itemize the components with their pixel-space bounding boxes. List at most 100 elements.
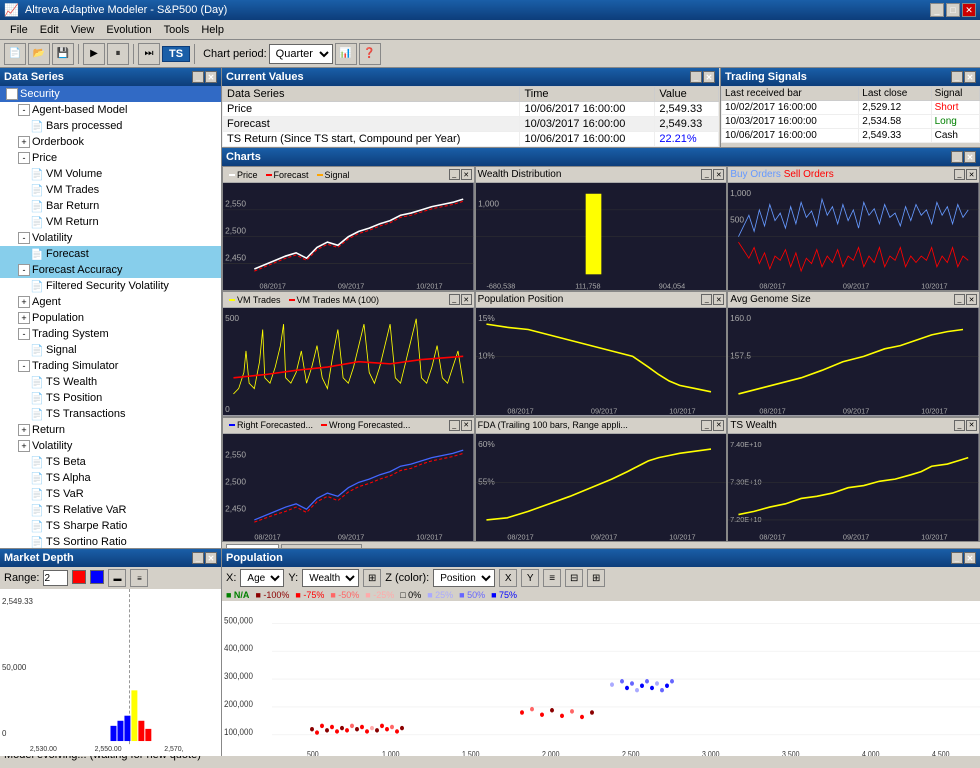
pop-y-select[interactable]: Wealth — [302, 569, 359, 587]
pop-scatter-btn[interactable]: ⊞ — [363, 569, 381, 587]
chart9-close[interactable]: ✕ — [966, 420, 977, 431]
menu-file[interactable]: File — [4, 22, 34, 38]
chart3-close[interactable]: ✕ — [966, 169, 977, 180]
chart7-min[interactable]: _ — [449, 420, 460, 431]
save-btn[interactable]: 💾 — [52, 43, 74, 65]
tree-item-security[interactable]: - Security — [0, 86, 221, 102]
minimize-btn[interactable]: _ — [930, 3, 944, 17]
tree-item-filtered-security[interactable]: 📄 Filtered Security Volatility — [0, 278, 221, 294]
ts-btn[interactable]: TS — [162, 46, 190, 62]
charts-close-btn[interactable]: ✕ — [964, 151, 976, 163]
tree-item-trading-sim[interactable]: - Trading Simulator — [0, 358, 221, 374]
menu-view[interactable]: View — [65, 22, 101, 38]
expander-forecast-accuracy[interactable]: - — [18, 264, 30, 276]
pop-z-select[interactable]: Position — [433, 569, 495, 587]
charts-min-btn[interactable]: _ — [951, 151, 963, 163]
expander-population[interactable]: + — [18, 312, 30, 324]
chart9-min[interactable]: _ — [954, 420, 965, 431]
tree-item-ts-wealth[interactable]: 📄 TS Wealth — [0, 374, 221, 390]
step-btn[interactable]: ⏭ — [138, 43, 160, 65]
tree-item-trading-system[interactable]: - Trading System — [0, 326, 221, 342]
pop-btn4[interactable]: ⊟ — [565, 569, 583, 587]
chart8-min[interactable]: _ — [701, 420, 712, 431]
chart6-min[interactable]: _ — [954, 294, 965, 305]
tree-item-price[interactable]: - Price — [0, 150, 221, 166]
pause-btn[interactable]: ⏸ — [107, 43, 129, 65]
tree-item-signal[interactable]: 📄 Signal — [0, 342, 221, 358]
chart6-close[interactable]: ✕ — [966, 294, 977, 305]
tree-item-population[interactable]: + Population — [0, 310, 221, 326]
pop-btn2[interactable]: Y — [521, 569, 539, 587]
tree-item-ts-sharpe[interactable]: 📄 TS Sharpe Ratio — [0, 518, 221, 534]
tree-item-volatility[interactable]: - Volatility — [0, 230, 221, 246]
maximize-btn[interactable]: □ — [946, 3, 960, 17]
expander-agent-model[interactable]: - — [18, 104, 30, 116]
cv-min-btn[interactable]: _ — [690, 71, 702, 83]
tree-item-ts-alpha[interactable]: 📄 TS Alpha — [0, 470, 221, 486]
tree-item-bars-processed[interactable]: 📄 Bars processed — [0, 118, 221, 134]
tree-item-agent[interactable]: + Agent — [0, 294, 221, 310]
tree-item-ts-position[interactable]: 📄 TS Position — [0, 390, 221, 406]
expander-volatility[interactable]: - — [18, 232, 30, 244]
tree-item-return[interactable]: + Return — [0, 422, 221, 438]
tree-item-ts-transactions[interactable]: 📄 TS Transactions — [0, 406, 221, 422]
expander-orderbook[interactable]: + — [18, 136, 30, 148]
expander-price[interactable]: - — [18, 152, 30, 164]
expander-trading-sim[interactable]: - — [18, 360, 30, 372]
pop-close-btn[interactable]: ✕ — [964, 552, 976, 564]
chart1-close[interactable]: ✕ — [461, 169, 472, 180]
tree-item-vm-trades[interactable]: 📄 VM Trades — [0, 182, 221, 198]
chart-btn[interactable]: 📊 — [335, 43, 357, 65]
expander-trading-system[interactable]: - — [18, 328, 30, 340]
tree-item-vm-volume[interactable]: 📄 VM Volume — [0, 166, 221, 182]
tree-item-volatility2[interactable]: + Volatility — [0, 438, 221, 454]
md-bar-btn[interactable]: ▬ — [108, 569, 126, 587]
md-range-input[interactable] — [43, 570, 68, 586]
ts-panel-close-btn[interactable]: ✕ — [964, 71, 976, 83]
chart8-close[interactable]: ✕ — [713, 420, 724, 431]
md-line-btn[interactable]: ≡ — [130, 569, 148, 587]
play-btn[interactable]: ▶ — [83, 43, 105, 65]
pop-btn1[interactable]: X — [499, 569, 517, 587]
close-btn[interactable]: ✕ — [962, 3, 976, 17]
md-close-btn[interactable]: ✕ — [205, 552, 217, 564]
pop-x-select[interactable]: Age — [240, 569, 284, 587]
chart1-min[interactable]: _ — [449, 169, 460, 180]
tree-item-ts-rel-var[interactable]: 📄 TS Relative VaR — [0, 502, 221, 518]
expander-return[interactable]: + — [18, 424, 30, 436]
chart-period-select[interactable]: Quarter Day Week Month Year — [269, 44, 333, 64]
pop-btn3[interactable]: ≡ — [543, 569, 561, 587]
tree-item-ts-beta[interactable]: 📄 TS Beta — [0, 454, 221, 470]
open-btn[interactable]: 📂 — [28, 43, 50, 65]
tree-item-forecast[interactable]: 📄 Forecast — [0, 246, 221, 262]
expander-agent[interactable]: + — [18, 296, 30, 308]
menu-evolution[interactable]: Evolution — [100, 22, 157, 38]
chart5-min[interactable]: _ — [701, 294, 712, 305]
tree-item-bar-return[interactable]: 📄 Bar Return — [0, 198, 221, 214]
chart5-close[interactable]: ✕ — [713, 294, 724, 305]
chart2-min[interactable]: _ — [701, 169, 712, 180]
expander-security[interactable]: - — [6, 88, 18, 100]
new-btn[interactable]: 📄 — [4, 43, 26, 65]
tree-item-vm-return[interactable]: 📄 VM Return — [0, 214, 221, 230]
tree-item-agent-model[interactable]: - Agent-based Model — [0, 102, 221, 118]
md-min-btn[interactable]: _ — [192, 552, 204, 564]
pop-min-btn[interactable]: _ — [951, 552, 963, 564]
chart7-close[interactable]: ✕ — [461, 420, 472, 431]
chart4-min[interactable]: _ — [449, 294, 460, 305]
chart2-close[interactable]: ✕ — [713, 169, 724, 180]
cv-close-btn[interactable]: ✕ — [703, 71, 715, 83]
chart3-min[interactable]: _ — [954, 169, 965, 180]
data-series-close-btn[interactable]: ✕ — [205, 71, 217, 83]
tree-item-ts-sortino[interactable]: 📄 TS Sortino Ratio — [0, 534, 221, 548]
data-series-min-btn[interactable]: _ — [192, 71, 204, 83]
menu-tools[interactable]: Tools — [158, 22, 196, 38]
chart4-close[interactable]: ✕ — [461, 294, 472, 305]
expander-volatility2[interactable]: + — [18, 440, 30, 452]
menu-help[interactable]: Help — [195, 22, 230, 38]
menu-edit[interactable]: Edit — [34, 22, 65, 38]
tree-item-ts-var[interactable]: 📄 TS VaR — [0, 486, 221, 502]
tree-item-orderbook[interactable]: + Orderbook — [0, 134, 221, 150]
help-btn[interactable]: ❓ — [359, 43, 381, 65]
ts-panel-min-btn[interactable]: _ — [951, 71, 963, 83]
